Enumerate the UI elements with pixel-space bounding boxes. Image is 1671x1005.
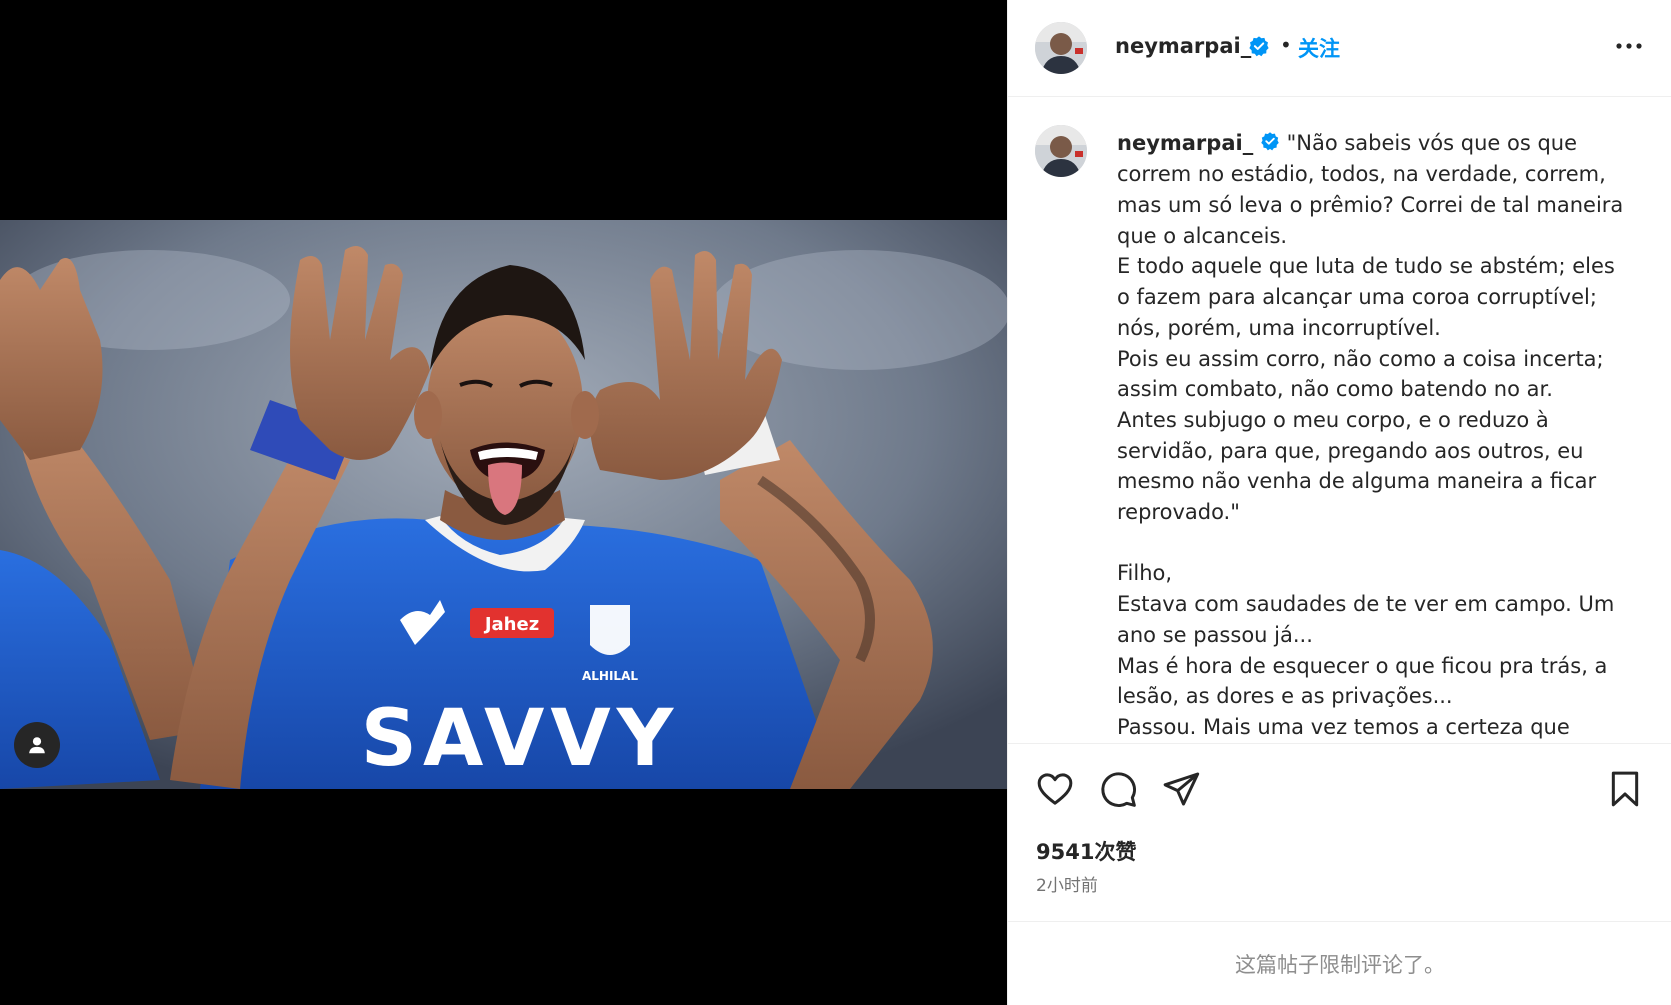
comments-limited-text: 这篇帖子限制评论了。 bbox=[1235, 952, 1445, 977]
caption-section: neymarpai_ "Não sabeis vós que os que co… bbox=[1008, 98, 1671, 743]
caption-verified-badge-icon bbox=[1260, 129, 1280, 160]
post-timestamp[interactable]: 2小时前 bbox=[1036, 871, 1098, 896]
club-text: ALHILAL bbox=[582, 669, 638, 683]
post-header: neymarpai_ • 关注 bbox=[1008, 0, 1671, 97]
separator-dot: • bbox=[1280, 33, 1292, 57]
caption-text-block: neymarpai_ "Não sabeis vós que os que co… bbox=[1117, 128, 1627, 743]
user-tag-icon bbox=[29, 737, 45, 754]
avatar[interactable] bbox=[1035, 22, 1087, 74]
send-icon[interactable] bbox=[1161, 769, 1201, 809]
user-tag-button[interactable] bbox=[14, 722, 60, 768]
follow-button[interactable]: 关注 bbox=[1298, 33, 1340, 63]
heart-icon[interactable] bbox=[1035, 769, 1075, 809]
caption-username-link[interactable]: neymarpai_ bbox=[1117, 131, 1253, 155]
comments-limited-notice: 这篇帖子限制评论了。 bbox=[1008, 921, 1671, 1005]
media-pane: Jahez SAVVY ALHILAL bbox=[0, 0, 1007, 1005]
caption-avatar[interactable] bbox=[1035, 125, 1087, 177]
comment-icon[interactable] bbox=[1098, 769, 1138, 809]
post-modal: Jahez SAVVY ALHILAL neymarpai_ • 关注 neym… bbox=[0, 0, 1671, 1005]
post-side-panel: neymarpai_ • 关注 neymarpai_ "Não sabeis v… bbox=[1007, 0, 1671, 1005]
likes-count[interactable]: 9541次赞 bbox=[1036, 836, 1136, 866]
caption-body: "Não sabeis vós que os que correm no est… bbox=[1117, 131, 1624, 739]
chest-sponsor-text: Jahez bbox=[483, 614, 539, 635]
post-photo[interactable]: Jahez SAVVY ALHILAL bbox=[0, 220, 1007, 789]
bookmark-icon[interactable] bbox=[1605, 769, 1645, 809]
action-bar: 9541次赞 2小时前 bbox=[1008, 743, 1671, 921]
verified-badge-icon bbox=[1248, 35, 1270, 61]
more-options-icon[interactable] bbox=[1614, 36, 1644, 56]
jersey-sponsor-text: SAVVY bbox=[361, 694, 679, 784]
username-link[interactable]: neymarpai_ bbox=[1115, 34, 1251, 58]
